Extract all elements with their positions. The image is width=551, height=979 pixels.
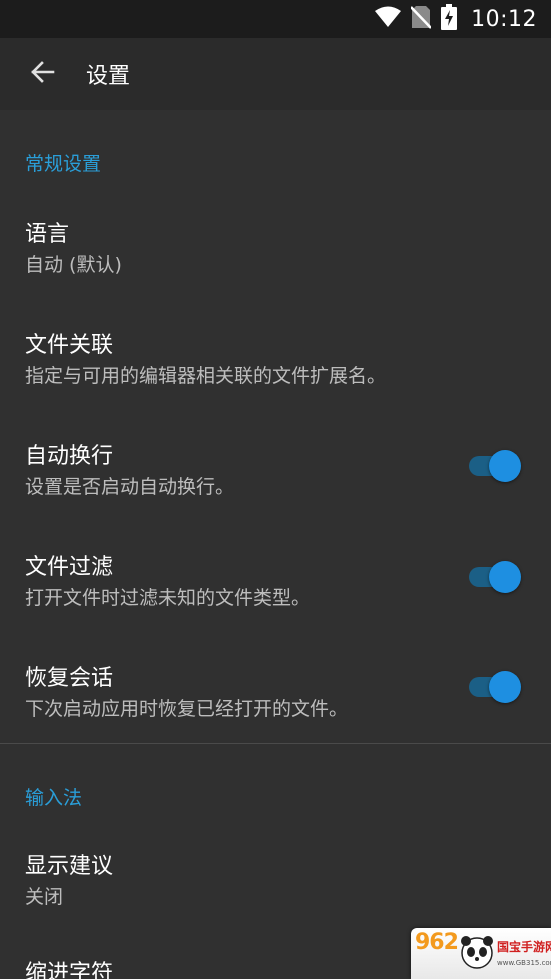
section-header-input: 输入法: [25, 787, 83, 809]
setting-title: 文件过滤: [25, 555, 114, 580]
watermark-site-name: 国宝手游网: [497, 940, 551, 954]
setting-summary: 指定与可用的编辑器相关联的文件扩展名。: [25, 365, 387, 387]
setting-summary: 设置是否启动自动换行。: [25, 476, 235, 498]
back-button[interactable]: [22, 54, 62, 94]
panda-icon: [459, 934, 495, 970]
switch-thumb: [489, 671, 521, 703]
setting-language[interactable]: 语言 自动 (默认): [0, 200, 551, 310]
setting-show-suggestions[interactable]: 显示建议 关闭: [0, 832, 551, 937]
setting-title: 缩进字符: [25, 961, 114, 979]
page-title: 设置: [86, 64, 131, 89]
app-bar: 设置: [0, 38, 551, 110]
setting-title: 文件关联: [25, 333, 114, 358]
status-bar: 10:12: [0, 0, 551, 38]
setting-title: 恢复会话: [25, 666, 114, 691]
setting-title: 语言: [25, 222, 70, 247]
no-sim-icon: [410, 5, 432, 33]
restore-session-toggle[interactable]: [469, 669, 521, 705]
arrow-left-icon: [29, 60, 55, 88]
setting-summary: 打开文件时过滤未知的文件类型。: [25, 587, 311, 609]
watermark-url: www.GB315.com: [497, 959, 551, 967]
word-wrap-toggle[interactable]: [469, 448, 521, 484]
wifi-icon: [375, 6, 402, 32]
switch-thumb: [489, 450, 521, 482]
setting-summary: 自动 (默认): [25, 254, 122, 276]
setting-title: 显示建议: [25, 854, 114, 879]
setting-file-filter[interactable]: 文件过滤 打开文件时过滤未知的文件类型。: [0, 530, 551, 640]
watermark-logo: 962: [415, 930, 459, 955]
watermark-badge: 962 国宝手游网 www.GB315.com: [411, 928, 551, 979]
setting-summary: 下次启动应用时恢复已经打开的文件。: [25, 698, 349, 720]
section-header-general: 常规设置: [25, 153, 102, 175]
status-time: 10:12: [471, 6, 537, 32]
setting-file-association[interactable]: 文件关联 指定与可用的编辑器相关联的文件扩展名。: [0, 310, 551, 420]
section-divider: [0, 743, 551, 744]
file-filter-toggle[interactable]: [469, 559, 521, 595]
setting-summary: 关闭: [25, 886, 64, 908]
setting-word-wrap[interactable]: 自动换行 设置是否启动自动换行。: [0, 420, 551, 530]
setting-restore-session[interactable]: 恢复会话 下次启动应用时恢复已经打开的文件。: [0, 640, 551, 743]
setting-title: 自动换行: [25, 444, 114, 469]
switch-thumb: [489, 561, 521, 593]
battery-charging-icon: [441, 4, 458, 34]
